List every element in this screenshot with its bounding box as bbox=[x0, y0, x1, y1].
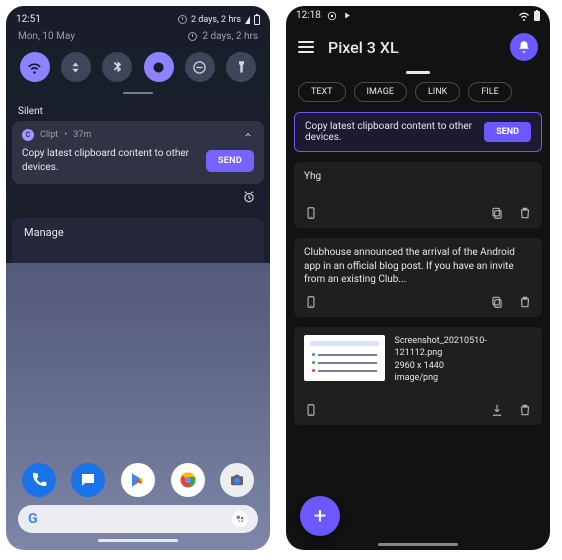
device-icon bbox=[304, 206, 318, 220]
qs-dnd[interactable] bbox=[185, 52, 215, 82]
shade-handle[interactable] bbox=[123, 92, 153, 94]
notification-card[interactable]: C Clipt • 37m Copy latest clipboard cont… bbox=[12, 121, 264, 184]
nav-bar-handle[interactable] bbox=[98, 539, 178, 542]
notification-age: 37m bbox=[73, 130, 91, 140]
dock-phone[interactable] bbox=[22, 463, 56, 497]
copy-icon[interactable] bbox=[490, 295, 504, 309]
chrome-icon bbox=[179, 471, 197, 489]
messages-icon bbox=[79, 471, 97, 489]
bell-icon bbox=[517, 40, 531, 54]
battery-icon bbox=[534, 11, 540, 21]
action-text: Copy latest clipboard content to other d… bbox=[305, 121, 476, 143]
send-button[interactable]: SEND bbox=[206, 150, 254, 172]
chip-text[interactable]: TEXT bbox=[298, 82, 346, 102]
status-bar: 12:18 bbox=[286, 6, 550, 25]
phone-icon bbox=[30, 471, 48, 489]
clip-card-image[interactable]: Screenshot_20210510-121112.png 2960 x 14… bbox=[294, 327, 542, 425]
download-icon[interactable] bbox=[490, 403, 504, 417]
file-mime: image/png bbox=[395, 372, 532, 385]
manage-button[interactable]: Manage bbox=[12, 218, 264, 263]
clip-card-text[interactable]: Clubhouse announced the arrival of the A… bbox=[294, 238, 542, 317]
collapse-button[interactable] bbox=[240, 127, 256, 143]
silent-header: Silent bbox=[6, 100, 270, 121]
phone-right: 12:18 Pixel 3 XL TEXT IMAGE LINK FILE C bbox=[286, 6, 550, 550]
phone-left: 12:51 2 days, 2 hrs Mon, 10 May 2 days, … bbox=[6, 6, 270, 550]
play-icon bbox=[343, 11, 352, 20]
google-logo-icon: G bbox=[28, 511, 38, 527]
clipt-status-icon bbox=[327, 11, 337, 21]
action-card: Copy latest clipboard content to other d… bbox=[294, 112, 542, 152]
copy-icon[interactable] bbox=[490, 206, 504, 220]
data-icon bbox=[68, 60, 83, 75]
clip-body: Clubhouse announced the arrival of the A… bbox=[304, 246, 532, 287]
plus-icon: + bbox=[314, 504, 326, 529]
alarm-small-icon bbox=[188, 32, 197, 41]
qs-dark-mode[interactable] bbox=[144, 52, 174, 82]
alarm-quick-button[interactable] bbox=[240, 188, 258, 206]
bluetooth-icon bbox=[110, 60, 125, 75]
qs-wifi[interactable] bbox=[20, 52, 50, 82]
dnd-icon bbox=[192, 60, 207, 75]
play-store-icon bbox=[129, 471, 147, 489]
page-title: Pixel 3 XL bbox=[328, 38, 510, 57]
dock-messages[interactable] bbox=[71, 463, 105, 497]
assistant-icon[interactable] bbox=[232, 511, 248, 527]
battery-icon bbox=[254, 15, 260, 25]
wifi-icon bbox=[27, 60, 42, 75]
dock-camera[interactable] bbox=[220, 463, 254, 497]
tab-indicator bbox=[406, 71, 430, 74]
wifi-icon bbox=[518, 11, 530, 21]
delete-icon[interactable] bbox=[518, 403, 532, 417]
chip-image[interactable]: IMAGE bbox=[354, 82, 407, 102]
qs-data[interactable] bbox=[61, 52, 91, 82]
device-icon bbox=[304, 295, 318, 309]
notifications-button[interactable] bbox=[510, 33, 538, 61]
dock-play-store[interactable] bbox=[121, 463, 155, 497]
dark-mode-icon bbox=[151, 60, 166, 75]
clipt-app-icon: C bbox=[22, 129, 34, 141]
notification-app-name: Clipt bbox=[40, 130, 58, 140]
alarm-icon bbox=[178, 15, 187, 24]
status-bar: 12:51 2 days, 2 hrs bbox=[6, 12, 270, 27]
filter-chips: TEXT IMAGE LINK FILE bbox=[286, 82, 550, 112]
clip-body: Yhg bbox=[304, 170, 532, 188]
dock-chrome[interactable] bbox=[171, 463, 205, 497]
chip-link[interactable]: LINK bbox=[415, 82, 460, 102]
file-dims: 2960 x 1440 bbox=[395, 360, 532, 373]
add-button[interactable]: + bbox=[300, 496, 340, 536]
qs-flashlight[interactable] bbox=[226, 52, 256, 82]
nav-bar-handle[interactable] bbox=[378, 543, 458, 546]
clock: 12:18 bbox=[296, 10, 321, 21]
google-search-bar[interactable]: G bbox=[18, 505, 258, 533]
quick-settings bbox=[6, 48, 270, 90]
camera-icon bbox=[228, 471, 246, 489]
signal-icon bbox=[245, 16, 250, 24]
battery-small-text: 2 days, 2 hrs bbox=[202, 31, 258, 42]
chip-file[interactable]: FILE bbox=[468, 82, 511, 102]
device-icon bbox=[304, 403, 318, 417]
chevron-up-icon bbox=[243, 130, 253, 140]
notification-shade: 12:51 2 days, 2 hrs Mon, 10 May 2 days, … bbox=[6, 6, 270, 263]
clock: 12:51 bbox=[16, 14, 41, 25]
menu-button[interactable] bbox=[298, 41, 314, 53]
date-label: Mon, 10 May bbox=[18, 31, 75, 42]
flashlight-icon bbox=[234, 60, 249, 75]
send-button[interactable]: SEND bbox=[484, 122, 531, 142]
home-screen: G bbox=[6, 463, 270, 550]
delete-icon[interactable] bbox=[518, 206, 532, 220]
screenshot-thumbnail[interactable] bbox=[304, 335, 385, 381]
delete-icon[interactable] bbox=[518, 295, 532, 309]
alarm-clock-icon bbox=[242, 190, 256, 204]
clip-card-text[interactable]: Yhg bbox=[294, 162, 542, 228]
notification-text: Copy latest clipboard content to other d… bbox=[22, 147, 198, 174]
dock bbox=[6, 463, 270, 505]
file-name: Screenshot_20210510-121112.png bbox=[395, 335, 532, 360]
qs-bluetooth[interactable] bbox=[102, 52, 132, 82]
battery-text: 2 days, 2 hrs bbox=[191, 15, 241, 25]
